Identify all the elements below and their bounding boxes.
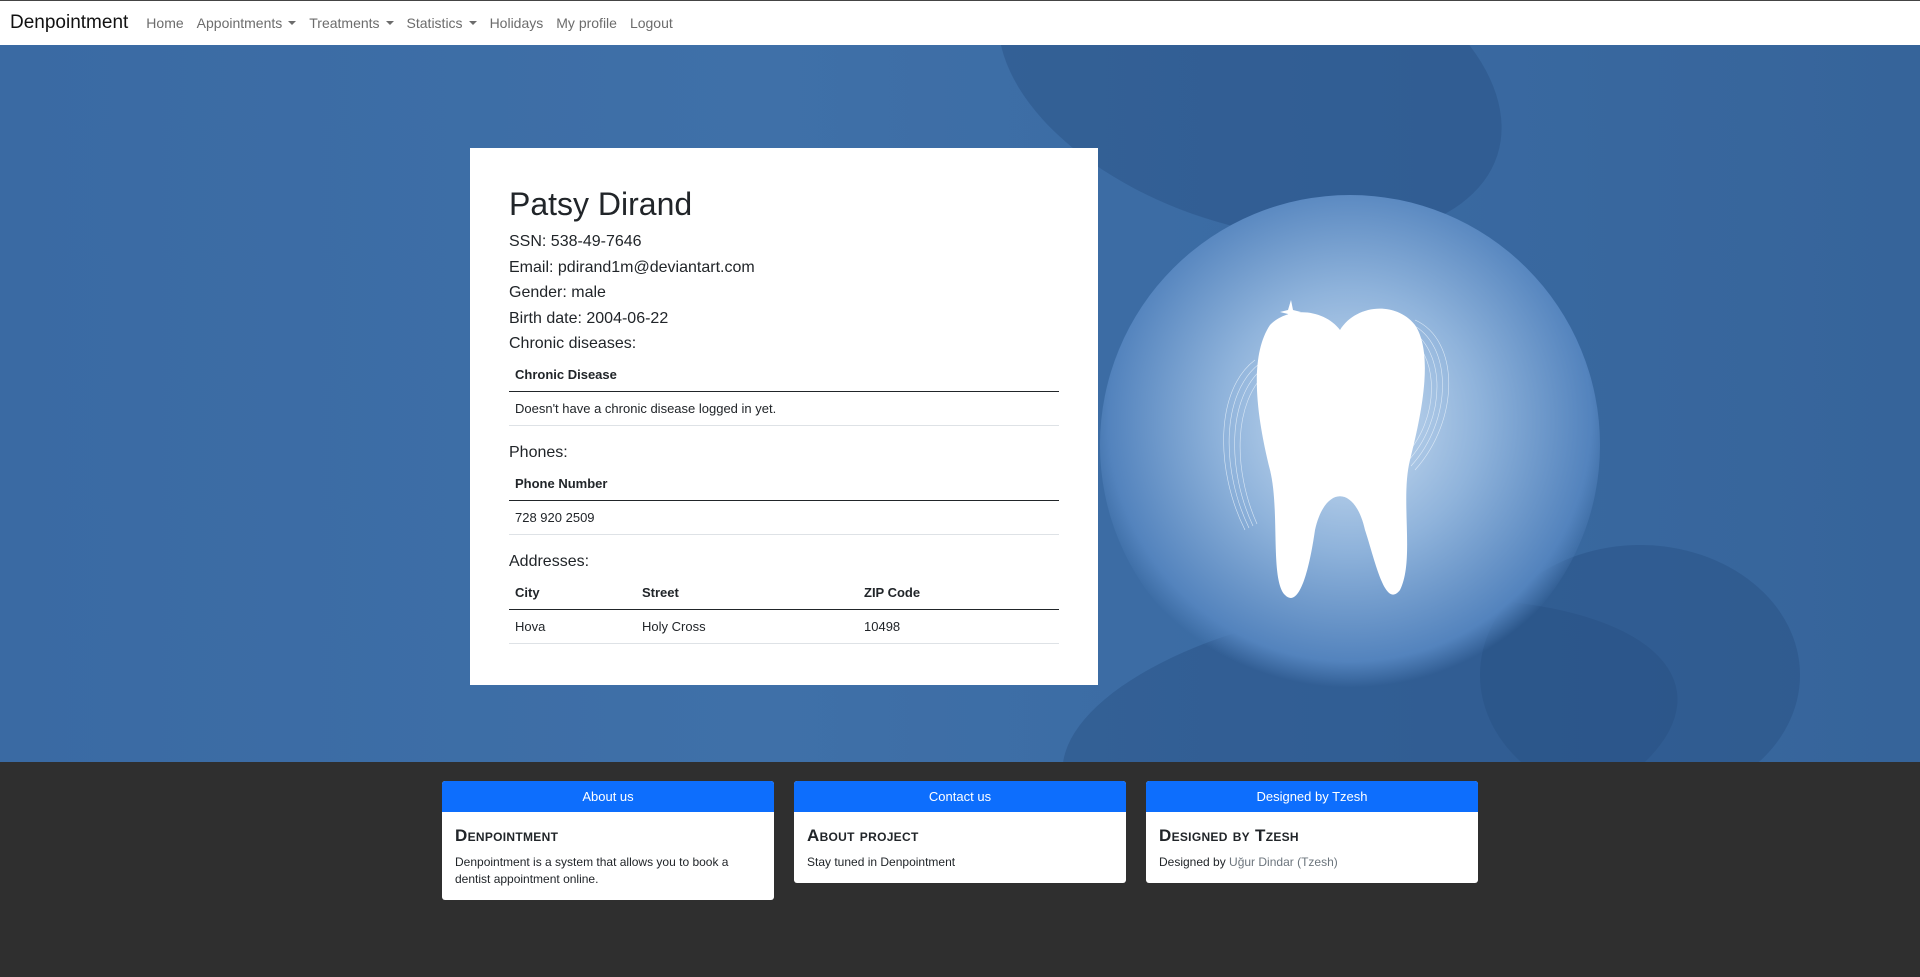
patient-gender: Gender: male (509, 284, 606, 301)
table-cell: Hova (509, 609, 636, 644)
patient-profile-card: Patsy Dirand SSN: 538-49-7646 Email: pdi… (470, 148, 1098, 685)
nav-statistics-dropdown[interactable]: Statistics (407, 15, 477, 31)
about-us-header: About us (442, 781, 774, 812)
hero-background: Patsy Dirand SSN: 538-49-7646 Email: pdi… (0, 45, 1920, 762)
designed-by-header: Designed by Tzesh (1146, 781, 1478, 812)
nav-statistics-label: Statistics (406, 15, 463, 31)
addresses-label: Addresses: (509, 553, 590, 570)
nav-treatments-label: Treatments (309, 15, 380, 31)
patient-ssn: SSN: 538-49-7646 (509, 233, 642, 250)
nav-home[interactable]: Home (146, 15, 183, 31)
caret-down-icon (288, 21, 297, 25)
contact-us-card: Contact us About project Stay tuned in D… (794, 781, 1126, 883)
table-cell: 728 920 2509 (509, 500, 1059, 535)
table-cell: 10498 (858, 609, 1059, 644)
table-cell: Doesn't have a chronic disease logged in… (509, 391, 1059, 426)
column-header: Street (636, 576, 858, 610)
patient-birth-date: Birth date: 2004-06-22 (509, 309, 669, 327)
about-project-title: About project (807, 826, 919, 845)
nav-appointments-dropdown[interactable]: Appointments (197, 15, 297, 31)
designed-by-text: Designed by Uğur Dindar (Tzesh) (1159, 854, 1465, 871)
about-project-text: Stay tuned in Denpointment (807, 855, 956, 869)
column-header: Phone Number (509, 467, 1059, 501)
table-row: Doesn't have a chronic disease logged in… (509, 391, 1059, 426)
nav-home-label: Home (146, 15, 184, 31)
about-us-title: Denpointment (455, 826, 559, 845)
nav-my-profile-label: My profile (556, 15, 617, 31)
column-header: City (509, 576, 636, 610)
designer-link[interactable]: Uğur Dindar (Tzesh) (1229, 855, 1338, 869)
nav-holidays-label: Holidays (489, 15, 544, 31)
top-navbar: Denpointment Home Appointments Treatment… (0, 0, 1920, 45)
address-table: City Street ZIP Code Hova Holy Cross 104… (509, 576, 1059, 644)
brand-link[interactable]: Denpointment (10, 12, 128, 34)
column-header: Chronic Disease (509, 358, 1059, 392)
phones-label: Phones: (509, 444, 568, 461)
table-row: 728 920 2509 (509, 500, 1059, 535)
nav-my-profile[interactable]: My profile (556, 15, 617, 31)
nav-treatments-dropdown[interactable]: Treatments (309, 15, 394, 31)
contact-us-header: Contact us (794, 781, 1126, 812)
nav-holidays[interactable]: Holidays (490, 15, 544, 31)
nav-logout-label: Logout (629, 15, 673, 31)
designed-by-title: Designed by Tzesh (1159, 826, 1299, 845)
column-header: ZIP Code (858, 576, 1059, 610)
tooth-icon (1223, 300, 1449, 598)
table-row: Hova Holy Cross 10498 (509, 609, 1059, 644)
nav-appointments-label: Appointments (196, 15, 283, 31)
table-cell: Holy Cross (636, 609, 858, 644)
phone-table: Phone Number 728 920 2509 (509, 467, 1059, 535)
chronic-diseases-label: Chronic diseases: (509, 335, 637, 352)
patient-email: Email: pdirand1m@deviantart.com (509, 258, 755, 276)
patient-name: Patsy Dirand (509, 186, 693, 222)
caret-down-icon (385, 21, 394, 25)
designed-by-prefix: Designed by (1159, 855, 1230, 869)
chronic-disease-table: Chronic Disease Doesn't have a chronic d… (509, 358, 1059, 426)
caret-down-icon (468, 21, 477, 25)
about-us-card: About us Denpointment Denpointment is a … (442, 781, 774, 900)
nav-logout[interactable]: Logout (630, 15, 673, 31)
designed-by-card: Designed by Tzesh Designed by Tzesh Desi… (1146, 781, 1478, 883)
about-us-text: Denpointment is a system that allows you… (455, 855, 729, 886)
